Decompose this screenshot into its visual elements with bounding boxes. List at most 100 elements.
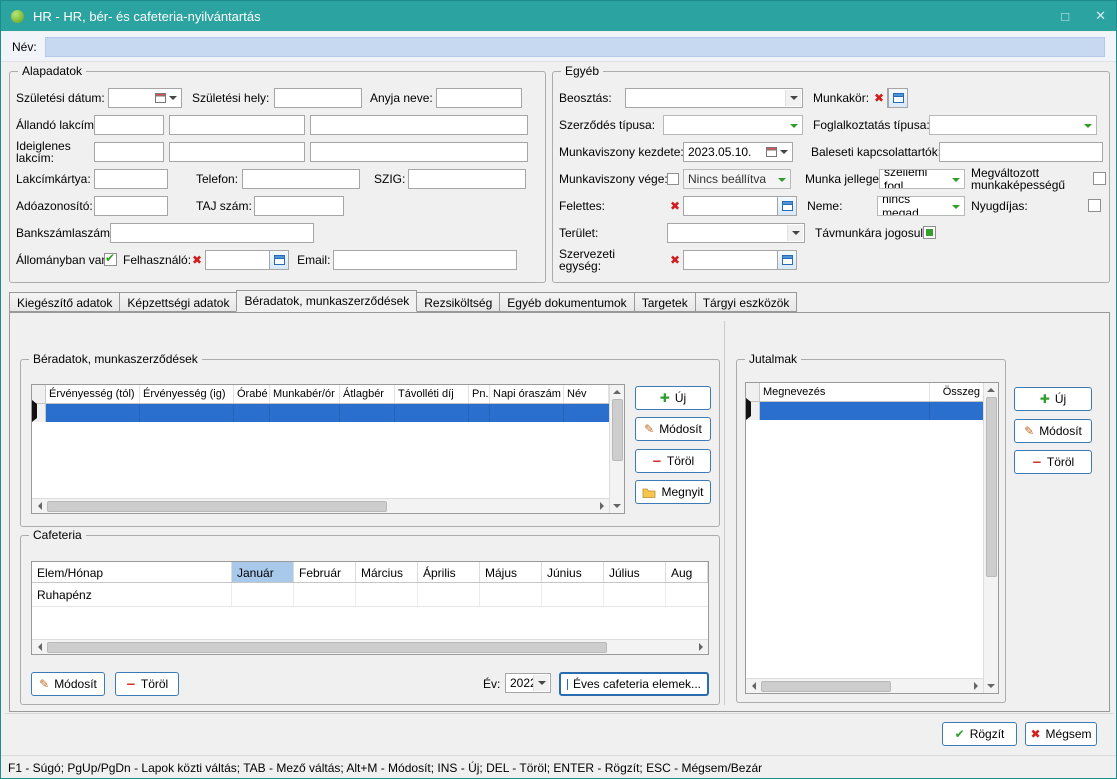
scroll-up-icon[interactable] — [610, 385, 625, 399]
column-header-augusztus[interactable]: Aug — [666, 562, 708, 582]
rogzit-button[interactable]: ✔ Rögzít — [942, 722, 1017, 746]
felhasznalo-lookup-field[interactable] — [205, 250, 289, 270]
eves-cafeteria-elemek-button[interactable]: Éves cafeteria elemek... — [559, 672, 709, 696]
cafeteria-elem-cell[interactable]: Ruhapénz — [32, 583, 232, 606]
scroll-down-icon[interactable] — [984, 679, 999, 693]
jutalmak-torol-button[interactable]: − Töröl — [1014, 450, 1092, 474]
column-header-januar[interactable]: Január — [232, 562, 294, 582]
ev-select[interactable]: 2022 — [505, 673, 551, 693]
allomanyban-van-checkbox[interactable] — [104, 253, 117, 266]
column-header-februar[interactable]: Február — [294, 562, 356, 582]
column-header-megnevezes[interactable]: Megnevezés — [760, 383, 930, 401]
column-header-ervenyesseg-ig[interactable]: Érvényesség (ig) — [140, 385, 234, 403]
jutalmak-selected-row[interactable] — [746, 402, 983, 420]
scroll-right-icon[interactable] — [968, 679, 983, 693]
cafeteria-row-ruhapenz[interactable]: Ruhapénz — [32, 583, 708, 607]
column-header-junius[interactable]: Június — [542, 562, 604, 582]
munkaviszony-vege-checkbox[interactable] — [667, 173, 679, 185]
cafeteria-modosit-button[interactable]: ✎ Módosít — [31, 672, 105, 696]
jutalmak-hscrollbar[interactable] — [746, 678, 983, 693]
jutalmak-uj-button[interactable]: ✚ Új — [1014, 387, 1092, 411]
scroll-thumb[interactable] — [761, 681, 891, 692]
beradatok-modosit-button[interactable]: ✎ Módosít — [635, 417, 711, 441]
dropdown-icon[interactable] — [169, 96, 177, 100]
maximize-icon[interactable]: □ — [1061, 9, 1069, 24]
column-header-pn[interactable]: Pn. — [469, 385, 490, 403]
ideiglenes-lakcim-input-1[interactable] — [94, 142, 164, 162]
beradatok-uj-button[interactable]: ✚ Új — [635, 386, 711, 410]
column-header-munkaber-ora[interactable]: Munkabér/ór — [270, 385, 340, 403]
beradatok-torol-button[interactable]: − Töröl — [635, 449, 711, 473]
munkaviszony-kezdete-field[interactable]: 2023.05.10. — [683, 142, 793, 162]
scroll-left-icon[interactable] — [32, 499, 47, 513]
tab-kiegeszito-adatok[interactable]: Kiegészítő adatok — [9, 292, 119, 312]
tab-egyeb-dokumentumok[interactable]: Egyéb dokumentumok — [499, 292, 633, 312]
tab-rezsikoltseg[interactable]: Rezsiköltség — [417, 292, 499, 312]
jutalmak-modosit-button[interactable]: ✎ Módosít — [1014, 419, 1092, 443]
scroll-thumb[interactable] — [47, 642, 607, 653]
beradatok-vscrollbar[interactable] — [609, 385, 624, 513]
column-header-tavolleti-dij[interactable]: Távolléti díj — [395, 385, 469, 403]
bankszamlaszam-input[interactable] — [110, 223, 314, 243]
allando-lakcim-input-3[interactable] — [310, 115, 528, 135]
jutalmak-vscrollbar[interactable] — [983, 383, 998, 693]
szuletesi-datum-field[interactable] — [108, 88, 182, 108]
title-bar[interactable]: HR - HR, bér- és cafeteria-nyilvántartás… — [1, 1, 1116, 31]
column-header-osszeg[interactable]: Összeg — [930, 383, 983, 401]
tab-targyi-eszkozok[interactable]: Tárgyi eszközök — [695, 292, 798, 312]
dropdown-icon[interactable] — [780, 150, 788, 154]
beradatok-hscrollbar[interactable] — [32, 498, 609, 513]
column-header-atlagber[interactable]: Átlagbér — [340, 385, 395, 403]
column-header-aprilis[interactable]: Április — [418, 562, 480, 582]
szerzodes-tipusa-combobox[interactable] — [663, 115, 803, 135]
column-header-oraber[interactable]: Órabé — [234, 385, 270, 403]
munkakor-lookup-field[interactable] — [887, 88, 908, 108]
lakcimkartya-input[interactable] — [94, 169, 168, 189]
dropdown-icon[interactable] — [785, 90, 801, 106]
munkaviszony-vege-combobox[interactable]: Nincs beállítva — [683, 169, 791, 189]
panel-splitter[interactable] — [724, 321, 725, 705]
cafeteria-torol-button[interactable]: − Töröl — [115, 672, 179, 696]
scroll-right-icon[interactable] — [594, 499, 609, 513]
scroll-thumb[interactable] — [986, 397, 997, 577]
szervezeti-egyseg-lookup-field[interactable] — [683, 250, 797, 270]
beosztas-combobox[interactable] — [625, 88, 803, 108]
anyja-neve-input[interactable] — [436, 88, 522, 108]
scroll-down-icon[interactable] — [610, 499, 625, 513]
column-header-nev[interactable]: Név — [564, 385, 609, 403]
tab-beradatok[interactable]: Béradatok, munkaszerződések — [236, 290, 417, 312]
munkakor-lookup-button[interactable] — [888, 89, 907, 107]
scroll-thumb[interactable] — [612, 399, 623, 461]
scroll-thumb[interactable] — [47, 501, 387, 512]
felettes-lookup-button[interactable] — [777, 197, 796, 215]
adoazonosito-input[interactable] — [94, 196, 168, 216]
dropdown-icon[interactable] — [787, 225, 803, 241]
column-header-napi-oraszam[interactable]: Napi óraszám — [490, 385, 564, 403]
foglalkoztatas-tipusa-combobox[interactable] — [929, 115, 1097, 135]
beradatok-selected-row[interactable] — [32, 404, 609, 422]
column-header-ervenyesseg-tol[interactable]: Érvényesség (tól) — [46, 385, 140, 403]
megvaltozott-checkbox[interactable] — [1093, 172, 1106, 185]
column-header-marcius[interactable]: Március — [356, 562, 418, 582]
allando-lakcim-input-1[interactable] — [94, 115, 164, 135]
szig-input[interactable] — [408, 169, 526, 189]
ideiglenes-lakcim-input-2[interactable] — [169, 142, 305, 162]
ideiglenes-lakcim-input-3[interactable] — [310, 142, 528, 162]
close-icon[interactable]: ✕ — [1095, 8, 1106, 24]
megsem-button[interactable]: ✖ Mégsem — [1025, 722, 1097, 746]
scroll-left-icon[interactable] — [746, 679, 761, 693]
taj-szam-input[interactable] — [254, 196, 344, 216]
szuletesi-hely-input[interactable] — [274, 88, 362, 108]
scroll-left-icon[interactable] — [32, 640, 47, 654]
felettes-lookup-field[interactable] — [683, 196, 797, 216]
column-header-majus[interactable]: Május — [480, 562, 542, 582]
szervezeti-egyseg-lookup-button[interactable] — [777, 251, 796, 269]
nyugdijas-checkbox[interactable] — [1088, 199, 1101, 212]
baleseti-kapcsolattartok-input[interactable] — [939, 142, 1103, 162]
email-input[interactable] — [333, 250, 517, 270]
scroll-up-icon[interactable] — [984, 383, 999, 397]
telefon-input[interactable] — [242, 169, 360, 189]
scroll-right-icon[interactable] — [693, 640, 708, 654]
felhasznalo-lookup-button[interactable] — [269, 251, 288, 269]
tab-kepzettsegi-adatok[interactable]: Képzettségi adatok — [119, 292, 236, 312]
